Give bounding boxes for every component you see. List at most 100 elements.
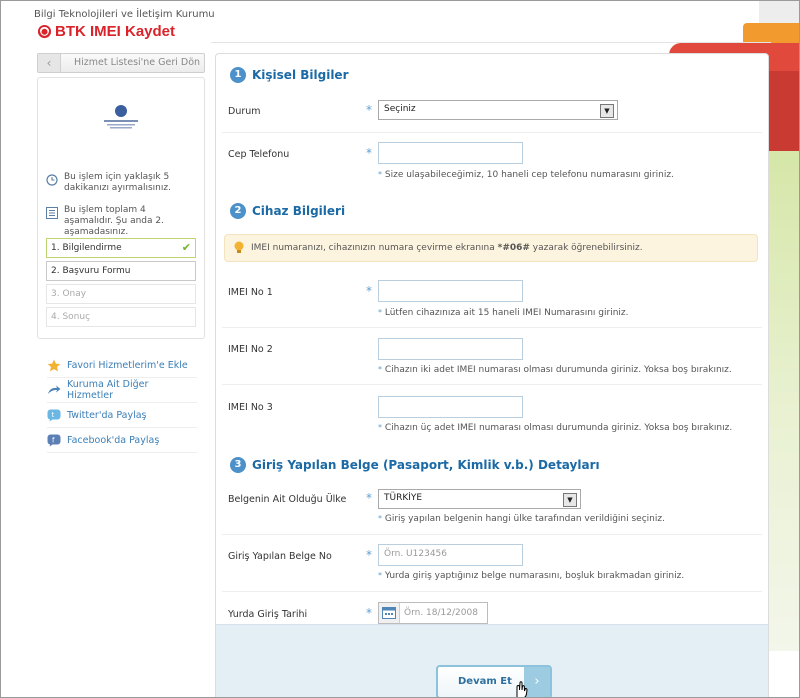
section-document-details-title: 3 Giriş Yapılan Belge (Pasaport, Kimlik … [230,457,600,473]
sidebar-links: Favori Hizmetlerim'e Ekle Kuruma Ait Diğ… [47,353,197,453]
document-country-label: Belgenin Ait Olduğu Ülke [228,494,347,505]
link-label: Kuruma Ait Diğer Hizmetler [67,379,149,401]
back-label: Hizmet Listesi'ne Geri Dön [74,57,201,68]
document-number-hint: * Yurda giriş yaptığınız belge numarasın… [378,571,685,581]
back-to-service-list-button[interactable]: ‹ Hizmet Listesi'ne Geri Dön [37,53,205,73]
dropdown-arrow-icon: ▼ [600,104,614,118]
entry-date-placeholder: Örn. 18/12/2008 [404,608,478,618]
section-number: 1 [230,67,246,83]
brand-title[interactable]: BTK IMEI Kaydet [37,23,175,40]
process-info-panel: Bu işlem için yaklaşık 5 dakikanızı ayır… [37,77,205,339]
entry-date-input[interactable]: Örn. 18/12/2008 [378,602,488,624]
step-onay: 3. Onay [46,284,196,304]
app-window: Bilgi Teknolojileri ve İletişim Kurumu B… [0,0,800,698]
application-form: 1 Kişisel Bilgiler Durum * Seçiniz ▼ Cep… [215,53,769,697]
duration-text: Bu işlem için yaklaşık 5 dakikanızı ayır… [64,172,171,193]
link-label: Favori Hizmetlerim'e Ekle [67,359,188,371]
hint-text: Cihazın iki adet IMEI numarası olması du… [384,365,732,375]
imei2-hint: * Cihazın iki adet IMEI numarası olması … [378,365,732,375]
checkmark-icon: ✔ [181,241,191,254]
document-number-input[interactable]: Örn. U123456 [378,544,523,566]
section-number: 2 [230,203,246,219]
notice-text: IMEI numaranızı, cihazınızın numara çevi… [251,243,643,253]
hand-cursor-icon [516,681,528,697]
row-divider [222,384,762,385]
notice-text-post: yazarak öğrenebilirsiniz. [529,243,643,253]
institution-logo-icon [104,105,138,129]
brand-text: BTK IMEI Kaydet [55,23,176,40]
mobile-phone-input[interactable] [378,142,523,164]
chevron-left-icon: ‹ [38,54,61,72]
imei2-input[interactable] [378,338,523,360]
continue-label: Devam Et [458,676,512,687]
imei3-label: IMEI No 3 [228,402,273,413]
imei1-hint: * Lütfen cihazınıza ait 15 haneli IMEI N… [378,308,629,318]
dropdown-arrow-icon: ▼ [563,493,577,507]
calendar-icon[interactable] [379,603,400,623]
duration-info: Bu işlem için yaklaşık 5 dakikanızı ayır… [46,172,196,194]
hint-text: Yurda giriş yaptığınız belge numarasını,… [384,571,685,581]
imei2-label: IMEI No 2 [228,344,273,355]
required-icon: * [366,491,372,505]
section-personal-info-title: 1 Kişisel Bilgiler [230,67,349,83]
country-selected-value: TÜRKİYE [384,493,423,503]
step-label: 3. Onay [51,289,87,299]
status-label: Durum [228,106,261,117]
stage-info: Bu işlem toplam 4 aşamalıdır. Şu anda 2.… [46,205,196,238]
continue-button[interactable]: Devam Et › [436,665,552,697]
other-services-link[interactable]: Kuruma Ait Diğer Hizmetler [47,378,197,403]
add-to-favorites-link[interactable]: Favori Hizmetlerim'e Ekle [47,353,197,378]
row-divider [222,591,762,592]
mobile-phone-hint: * Size ulaşabileceğimiz, 10 haneli cep t… [378,170,674,180]
row-divider [222,132,762,133]
step-label: 2. Başvuru Formu [51,266,131,276]
notice-code: *#06# [497,243,530,253]
section-device-info-title: 2 Cihaz Bilgileri [230,203,345,219]
imei-notice: IMEI numaranızı, cihazınızın numara çevi… [224,234,758,262]
imei3-hint: * Cihazın üç adet IMEI numarası olması d… [378,423,733,433]
decor-gray [759,1,799,23]
document-country-hint: * Giriş yapılan belgenin hangi ülke tara… [378,514,665,524]
entry-date-label: Yurda Giriş Tarihi [228,609,308,620]
section-title-text: Cihaz Bilgileri [252,204,346,218]
status-select[interactable]: Seçiniz ▼ [378,100,618,120]
document-country-select[interactable]: TÜRKİYE ▼ [378,489,581,509]
twitter-icon: t [47,409,61,421]
hint-text: Lütfen cihazınıza ait 15 haneli IMEI Num… [384,308,629,318]
step-list: 1. Bilgilendirme ✔ 2. Başvuru Formu 3. O… [46,238,196,330]
hint-text: Cihazın üç adet IMEI numarası olması dur… [384,423,733,433]
required-icon: * [366,548,372,562]
hint-text: Giriş yapılan belgenin hangi ülke tarafı… [384,514,665,524]
facebook-icon: f [47,434,61,446]
row-divider [222,327,762,328]
notice-text-pre: IMEI numaranızı, cihazınızın numara çevi… [251,243,498,253]
required-icon: * [366,284,372,298]
imei3-input[interactable] [378,396,523,418]
hint-text: Size ulaşabileceğimiz, 10 haneli cep tel… [384,170,674,180]
imei1-input[interactable] [378,280,523,302]
arrow-icon [48,385,61,394]
step-label: 1. Bilgilendirme [51,243,122,253]
step-bilgilendirme: 1. Bilgilendirme ✔ [46,238,196,258]
svg-text:t: t [52,411,55,419]
list-icon [46,207,58,219]
star-icon [47,359,61,371]
mobile-phone-label: Cep Telefonu [228,149,290,160]
imei1-label: IMEI No 1 [228,287,273,298]
status-selected-value: Seçiniz [384,104,416,114]
stage-text: Bu işlem toplam 4 aşamalıdır. Şu anda 2.… [64,205,164,237]
document-number-label: Giriş Yapılan Belge No [228,551,332,562]
link-label: Twitter'da Paylaş [67,409,147,421]
step-label: 4. Sonuç [51,312,91,322]
section-number: 3 [230,457,246,473]
section-title-text: Kişisel Bilgiler [252,68,349,82]
twitter-share-link[interactable]: t Twitter'da Paylaş [47,403,197,428]
calendar-glyph [382,607,396,619]
facebook-share-link[interactable]: f Facebook'da Paylaş [47,428,197,453]
btk-logo-icon [37,24,52,39]
step-basvuru-formu: 2. Başvuru Formu [46,261,196,281]
link-label: Facebook'da Paylaş [67,434,160,446]
required-icon: * [366,103,372,117]
header-divider [211,42,771,43]
row-divider [222,534,762,535]
